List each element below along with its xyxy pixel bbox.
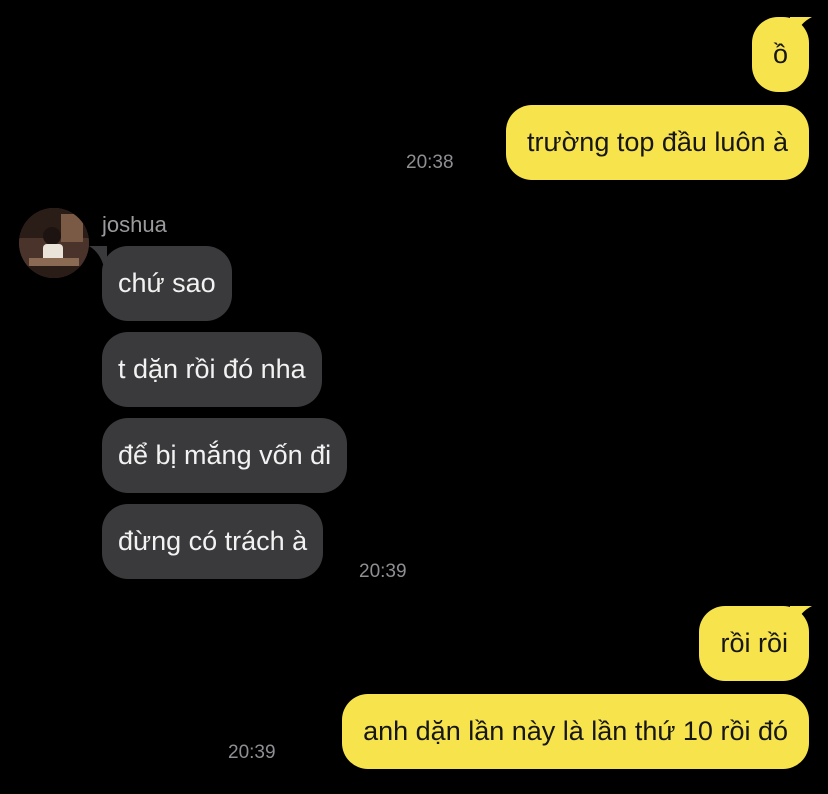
message-text: trường top đầu luôn à bbox=[527, 127, 788, 157]
sender-name: joshua bbox=[102, 212, 167, 237]
message-text: để bị mắng vốn đi bbox=[118, 440, 332, 470]
message-bubble-outgoing[interactable]: trường top đầu luôn à bbox=[506, 105, 809, 180]
message-text: t dặn rồi đó nha bbox=[118, 354, 306, 384]
bubble-tail-icon bbox=[790, 17, 812, 35]
message-bubble-incoming[interactable]: t dặn rồi đó nha bbox=[102, 332, 322, 407]
contact-avatar[interactable] bbox=[19, 208, 89, 278]
message-text: ồ bbox=[772, 39, 789, 69]
bubble-tail-icon bbox=[89, 246, 107, 264]
message-text: chứ sao bbox=[118, 268, 216, 298]
message-bubble-incoming[interactable]: chứ sao bbox=[102, 246, 232, 321]
message-bubble-incoming[interactable]: đừng có trách à bbox=[102, 504, 324, 579]
message-bubble-incoming[interactable]: để bị mắng vốn đi bbox=[102, 418, 348, 493]
bubble-tail-icon bbox=[790, 606, 812, 624]
message-text: anh dặn lần này là lần thứ 10 rồi đó bbox=[363, 716, 788, 746]
message-timestamp: 20:38 bbox=[406, 152, 454, 173]
profile-photo-avatar-icon bbox=[19, 208, 89, 278]
message-text: đừng có trách à bbox=[118, 526, 308, 556]
message-bubble-outgoing[interactable]: anh dặn lần này là lần thứ 10 rồi đó bbox=[342, 694, 809, 769]
message-timestamp: 20:39 bbox=[359, 561, 407, 582]
message-timestamp: 20:39 bbox=[228, 742, 276, 763]
message-text: rồi rồi bbox=[720, 628, 788, 658]
